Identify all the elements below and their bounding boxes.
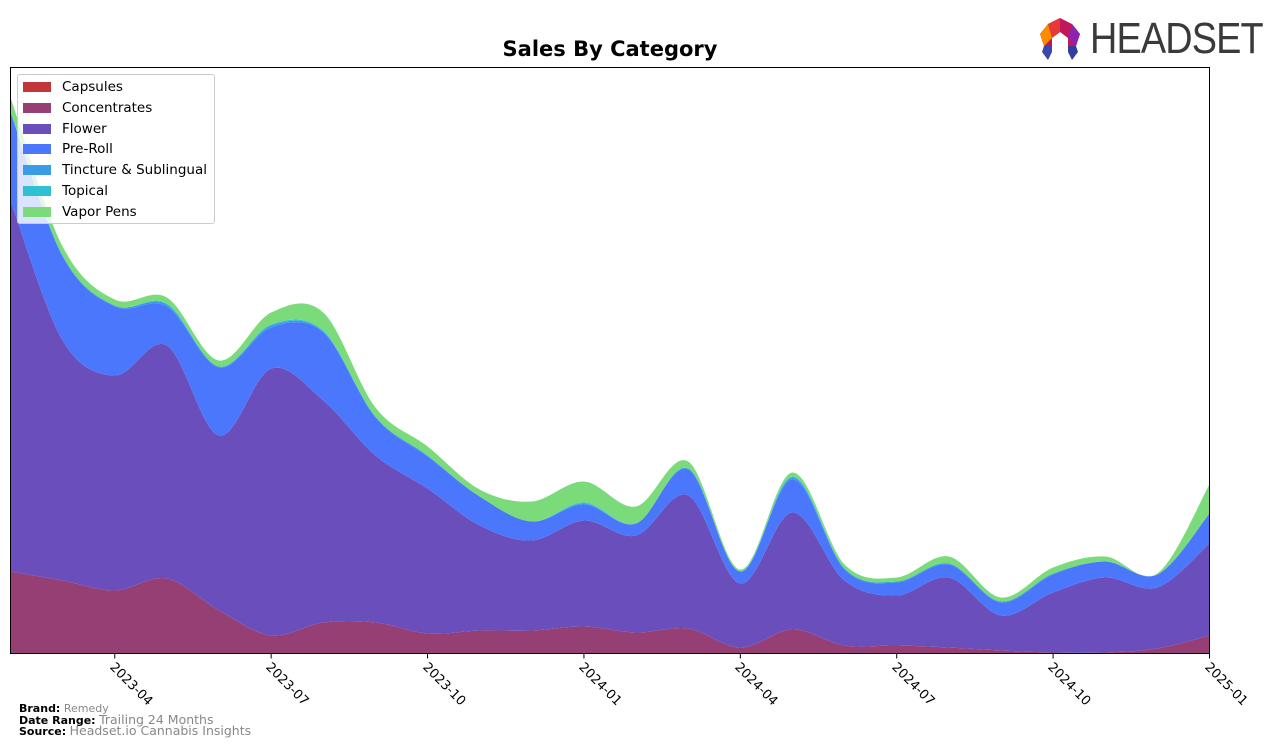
legend-label: Tincture & Sublingual [62,162,207,179]
legend-item: Topical [23,182,108,200]
legend-item: Concentrates [23,99,152,117]
headset-logo-text: HEADSET [1090,14,1264,63]
source-value: Headset.io Cannabis Insights [69,723,252,738]
legend-swatch [23,144,51,155]
legend-swatch [23,186,51,196]
legend-item: Flower [23,120,107,138]
footer-source: Source: Headset.io Cannabis Insights [19,723,252,738]
legend-swatch [23,206,51,217]
legend-label: Flower [62,120,107,137]
legend-label: Topical [62,183,108,199]
legend-item: Capsules [23,78,123,96]
source-label: Source: [19,725,67,738]
legend-label: Concentrates [62,99,153,116]
headset-logo-icon [1040,18,1080,60]
chart-legend: Capsules Concentrates Flower Pre-Roll Tinctu… [17,74,215,224]
legend-item: Tincture & Sublingual [23,161,207,179]
legend-swatch [23,123,51,134]
legend-label: Vapor Pens [62,203,137,220]
headset-logo: HEADSET [1036,14,1276,64]
footer-brand: Brand: Remedy [19,703,109,714]
legend-item: Pre-Roll [23,140,113,158]
legend-item: Vapor Pens [23,203,137,221]
legend-swatch [23,102,51,113]
legend-label: Capsules [62,79,123,95]
legend-label: Pre-Roll [62,141,113,158]
legend-swatch [23,165,51,176]
x-ticks [114,653,1210,659]
legend-swatch [23,82,51,92]
